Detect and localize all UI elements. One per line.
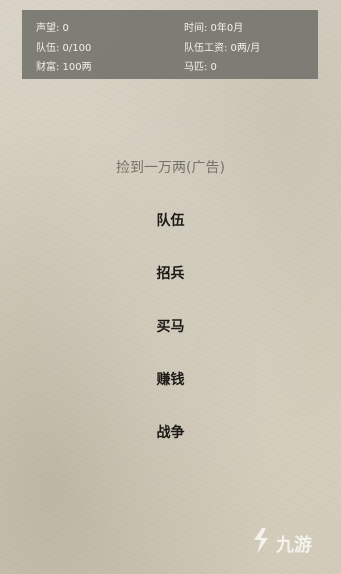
horses-stat: 马匹: 0 (184, 62, 217, 74)
earn-money-button[interactable]: 赚钱 (0, 369, 341, 389)
wealth-stat: 财富: 100两 (36, 62, 92, 74)
ad-reward-button[interactable]: 捡到一万两(广告) (0, 157, 341, 177)
troop-wage-stat: 队伍工资: 0两/月 (184, 42, 261, 54)
watermark-text: 九游 (276, 534, 312, 556)
reputation-stat: 声望: 0 (36, 23, 69, 34)
war-button[interactable]: 战争 (0, 422, 341, 442)
status-panel: 声望: 0 时间: 0年0月 队伍: 0/100 队伍工资: 0两/月 财富: … (22, 10, 318, 79)
recruit-button[interactable]: 招兵 (0, 263, 341, 283)
buy-horse-button[interactable]: 买马 (0, 316, 341, 336)
troops-stat: 队伍: 0/100 (36, 42, 92, 54)
team-button[interactable]: 队伍 (0, 210, 341, 230)
jiuyou-logo-icon (248, 526, 276, 561)
parchment-background (0, 0, 341, 574)
watermark: 九游 (248, 526, 312, 561)
time-stat: 时间: 0年0月 (184, 23, 244, 34)
